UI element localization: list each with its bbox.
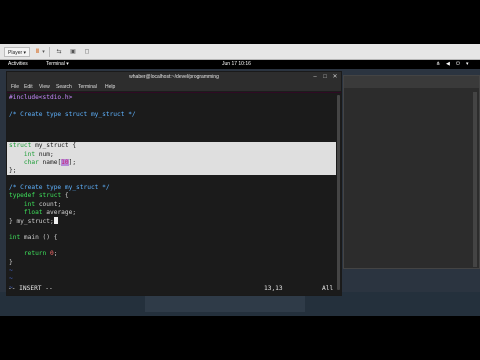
menu-help[interactable]: Help (105, 82, 115, 92)
vim-editor[interactable]: #include<stdio.h> /* Create type struct … (7, 93, 341, 295)
close-icon[interactable]: ✕ (331, 73, 339, 81)
vm-network-icon[interactable]: ⇆ (54, 47, 64, 57)
gnome-top-bar: Activities Terminal ▾ Jun 17 10:16 ⋔ ◀ ⏻… (0, 60, 480, 69)
keyword-float: float (23, 208, 43, 216)
vim-status-line: -- INSERT -- 13,13 All (8, 284, 338, 293)
keyword-int-3: int (9, 233, 21, 241)
keyword-int: int (23, 150, 36, 158)
maximize-icon[interactable]: □ (321, 73, 329, 81)
background-terminal-window[interactable] (343, 75, 480, 269)
keyword-char: char (23, 159, 39, 166)
power-icon[interactable]: ⏻ (456, 60, 460, 69)
terminal-scrollbar[interactable] (336, 93, 341, 295)
vim-mode: -- INSERT -- (8, 285, 53, 292)
vm-fullscreen-icon[interactable]: ◻ (82, 47, 92, 57)
keyword-struct: struct (9, 142, 32, 150)
keyword-struct-2: struct (38, 192, 62, 200)
clock[interactable]: Jun 17 10:16 (222, 60, 251, 69)
code-line-7: }; (9, 167, 17, 175)
empty-line-marker: ~ (9, 275, 13, 283)
menu-edit[interactable]: Edit (24, 82, 33, 92)
vm-player-toolbar: Player ▾ ‖ ▾ ⇆ ▣ ◻ (0, 44, 480, 60)
number-literal: 10 (61, 159, 69, 166)
keyword-typedef: typedef (9, 192, 36, 200)
app-menu-terminal[interactable]: Terminal ▾ (46, 60, 69, 69)
volume-icon[interactable]: ◀ (446, 60, 450, 69)
keyword-int-2: int (23, 200, 36, 208)
code-line-13-text: } my_struct; (9, 218, 54, 226)
menu-file[interactable]: File (11, 82, 19, 92)
code-line-9: /* Create type my_struct */ (9, 183, 110, 191)
menu-terminal[interactable]: Terminal (78, 82, 97, 92)
number-literal-2: 0 (50, 250, 54, 258)
background-window-titlebar[interactable] (344, 76, 479, 88)
code-line-10: typedef struct { (9, 192, 69, 200)
code-line-1: #include<stdio.h> (9, 94, 73, 101)
menu-view[interactable]: View (39, 82, 50, 92)
code-line-12: float average; (23, 208, 77, 216)
activities-button[interactable]: Activities (8, 60, 28, 69)
pause-dropdown-icon[interactable]: ▾ (41, 47, 46, 57)
menu-search[interactable]: Search (56, 82, 72, 92)
empty-line-marker: ~ (9, 266, 13, 274)
code-line-3: /* Create type struct my_struct */ (9, 110, 136, 118)
code-line-13: } my_struct; (9, 217, 58, 225)
keyword-return: return (23, 250, 47, 258)
minimize-icon[interactable]: – (311, 73, 319, 81)
cursor-position: 13,13 (264, 285, 283, 292)
vm-screen: Player ▾ ‖ ▾ ⇆ ▣ ◻ Activities Terminal ▾… (0, 44, 480, 316)
code-line-6: char name[10]; (23, 159, 77, 166)
pause-icon[interactable]: ‖ (33, 47, 41, 57)
window-title: whaber@localhost:~/devel/programming (129, 74, 219, 80)
vm-snapshot-icon[interactable]: ▣ (68, 47, 78, 57)
background-window-scrollbar[interactable] (473, 92, 477, 267)
menu-arrow-icon[interactable]: ▾ (466, 60, 469, 69)
player-menu-button[interactable]: Player ▾ (4, 47, 31, 57)
code-line-18: } (9, 258, 13, 266)
toolbar-divider (49, 47, 50, 57)
code-line-15: int main () { (9, 233, 58, 241)
code-line-4: struct my_struct { (9, 142, 77, 150)
terminal-menubar: File Edit View Search Terminal Help (7, 82, 341, 92)
terminal-window[interactable]: whaber@localhost:~/devel/programming – □… (6, 71, 342, 296)
scrollbar-thumb[interactable] (337, 95, 340, 290)
terminal-titlebar[interactable]: whaber@localhost:~/devel/programming – □… (7, 72, 341, 82)
code-line-17: return 0; (23, 250, 58, 258)
scroll-position: All (322, 285, 334, 292)
desktop-panel (145, 296, 305, 312)
code-line-5: int num; (23, 150, 54, 158)
network-icon[interactable]: ⋔ (436, 60, 440, 69)
code-line-11: int count; (23, 200, 62, 208)
text-cursor (53, 217, 58, 225)
